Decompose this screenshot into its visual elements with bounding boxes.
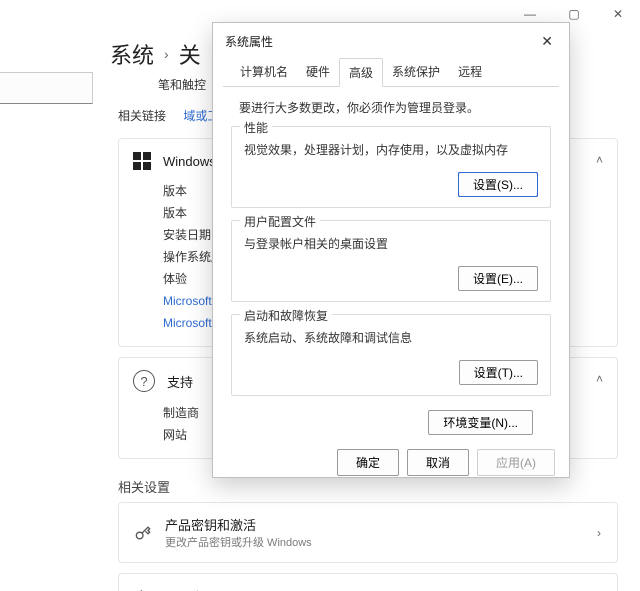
maximize-icon: ▢ — [568, 7, 579, 21]
close-icon: ✕ — [613, 7, 623, 21]
tab-hardware[interactable]: 硬件 — [297, 58, 339, 86]
product-key-sub: 更改产品密钥或升级 Windows — [165, 534, 312, 550]
user-profiles-group: 用户配置文件 与登录帐户相关的桌面设置 设置(E)... — [231, 220, 551, 302]
cancel-button[interactable]: 取消 — [407, 449, 469, 476]
performance-settings-button[interactable]: 设置(S)... — [458, 172, 538, 197]
startup-recovery-settings-button[interactable]: 设置(T)... — [459, 360, 538, 385]
question-icon: ? — [133, 370, 155, 392]
remote-desktop-title: 远程桌面 — [165, 587, 217, 591]
breadcrumb-system[interactable]: 系统 — [110, 38, 154, 70]
performance-legend: 性能 — [240, 119, 272, 136]
tab-remote[interactable]: 远程 — [449, 58, 491, 86]
windows-icon — [133, 152, 151, 170]
chevron-up-icon[interactable]: ˄ — [596, 372, 603, 386]
chevron-up-icon[interactable]: ˄ — [596, 153, 603, 167]
system-properties-dialog: 系统属性 ✕ 计算机名 硬件 高级 系统保护 远程 要进行大多数更改，你必须作为… — [212, 22, 570, 478]
environment-variables-button[interactable]: 环境变量(N)... — [428, 410, 533, 435]
chevron-right-icon: › — [164, 46, 169, 62]
ok-button[interactable]: 确定 — [337, 449, 399, 476]
remote-desktop-icon — [133, 586, 153, 591]
key-icon — [133, 523, 153, 543]
search-input[interactable] — [0, 72, 93, 104]
startup-recovery-group: 启动和故障恢复 系统启动、系统故障和调试信息 设置(T)... — [231, 314, 551, 396]
product-key-title: 产品密钥和激活 — [165, 515, 312, 534]
dialog-close-button[interactable]: ✕ — [535, 31, 559, 52]
dialog-tabs: 计算机名 硬件 高级 系统保护 远程 — [223, 58, 559, 87]
remote-desktop-card[interactable]: 远程桌面 › — [118, 573, 618, 591]
startup-recovery-legend: 启动和故障恢复 — [240, 307, 332, 324]
product-key-card[interactable]: 产品密钥和激活 更改产品密钥或升级 Windows › — [118, 502, 618, 563]
apply-button: 应用(A) — [477, 449, 555, 476]
minimize-icon: — — [524, 7, 536, 21]
performance-desc: 视觉效果，处理器计划，内存使用，以及虚拟内存 — [244, 141, 538, 158]
user-profiles-desc: 与登录帐户相关的桌面设置 — [244, 235, 538, 252]
user-profiles-legend: 用户配置文件 — [240, 213, 320, 230]
breadcrumb-about: 关 — [179, 38, 201, 70]
performance-group: 性能 视觉效果，处理器计划，内存使用，以及虚拟内存 设置(S)... — [231, 126, 551, 208]
tab-computer-name[interactable]: 计算机名 — [231, 58, 297, 86]
related-links-title: 相关链接 — [118, 109, 166, 123]
support-title: 支持 — [167, 372, 193, 391]
dialog-title: 系统属性 — [225, 33, 273, 50]
chevron-right-icon: › — [597, 526, 601, 540]
admin-intro-text: 要进行大多数更改，你必须作为管理员登录。 — [239, 99, 551, 116]
close-window-button[interactable]: ✕ — [596, 0, 640, 28]
tab-system-protection[interactable]: 系统保护 — [383, 58, 449, 86]
startup-recovery-desc: 系统启动、系统故障和调试信息 — [244, 329, 538, 346]
user-profiles-settings-button[interactable]: 设置(E)... — [458, 266, 538, 291]
tab-advanced[interactable]: 高级 — [339, 58, 383, 87]
